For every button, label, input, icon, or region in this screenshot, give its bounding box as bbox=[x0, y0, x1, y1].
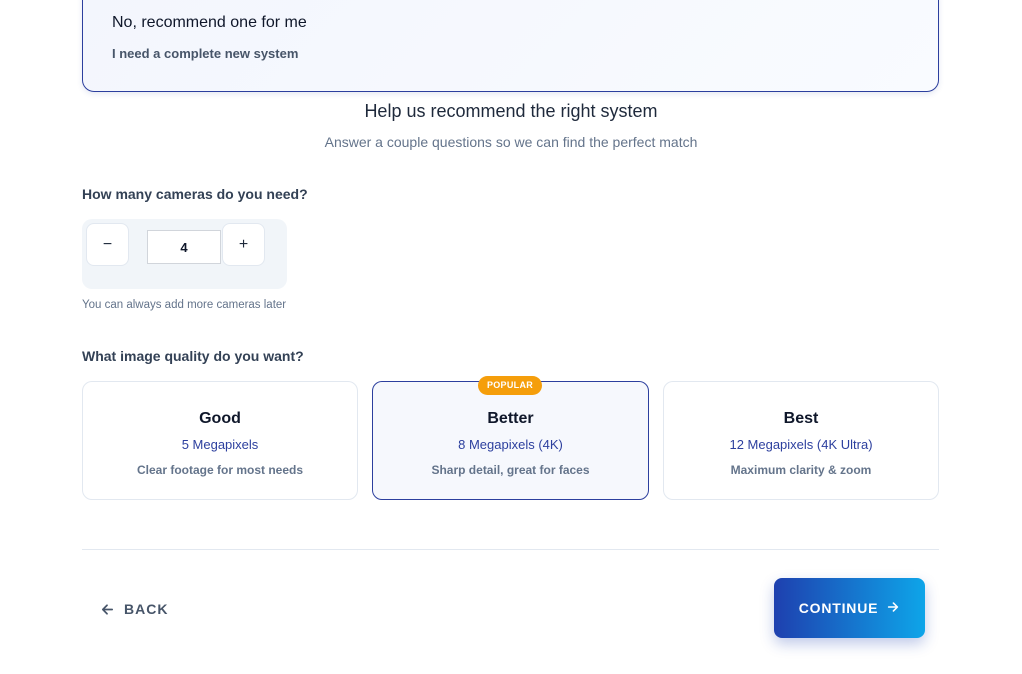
cameras-question-label: How many cameras do you need? bbox=[82, 186, 308, 202]
back-button[interactable]: BACK bbox=[100, 597, 168, 621]
section-subtitle: Answer a couple questions so we can find… bbox=[324, 134, 698, 150]
system-option-recommend-card[interactable]: No, recommend one for me I need a comple… bbox=[82, 0, 939, 92]
quality-description: Sharp detail, great for faces bbox=[431, 463, 590, 477]
option-title: No, recommend one for me bbox=[112, 14, 307, 31]
continue-label: CONTINUE bbox=[798, 600, 879, 616]
quality-description: Clear footage for most needs bbox=[136, 463, 304, 477]
cameras-hint: You can always add more cameras later bbox=[82, 299, 287, 311]
continue-button[interactable]: CONTINUE bbox=[774, 578, 925, 638]
quality-option-best[interactable]: Best 12 Megapixels (4K Ultra) Maximum cl… bbox=[663, 381, 939, 500]
increment-button[interactable]: + bbox=[222, 223, 265, 266]
quality-name: Good bbox=[199, 410, 241, 427]
camera-count-stepper: − + bbox=[82, 219, 287, 289]
section-title: Help us recommend the right system bbox=[364, 101, 658, 121]
quality-megapixels: 5 Megapixels bbox=[181, 437, 259, 452]
quality-description: Maximum clarity & zoom bbox=[730, 463, 872, 477]
quality-name: Better bbox=[487, 410, 534, 427]
decrement-button[interactable]: − bbox=[86, 223, 129, 266]
arrow-right-icon bbox=[886, 600, 900, 617]
quality-name: Best bbox=[783, 410, 819, 427]
quality-megapixels: 8 Megapixels (4K) bbox=[458, 437, 563, 452]
camera-count-input[interactable] bbox=[147, 230, 221, 264]
quality-option-better[interactable]: Better 8 Megapixels (4K) Sharp detail, g… bbox=[372, 381, 649, 500]
popular-badge: POPULAR bbox=[478, 376, 542, 395]
quality-option-good[interactable]: Good 5 Megapixels Clear footage for most… bbox=[82, 381, 358, 500]
divider bbox=[82, 549, 939, 550]
quality-question-label: What image quality do you want? bbox=[82, 348, 304, 364]
quality-megapixels: 12 Megapixels (4K Ultra) bbox=[729, 437, 873, 452]
back-label: BACK bbox=[124, 601, 169, 617]
arrow-left-icon bbox=[100, 602, 115, 617]
option-subtitle: I need a complete new system bbox=[112, 46, 299, 61]
